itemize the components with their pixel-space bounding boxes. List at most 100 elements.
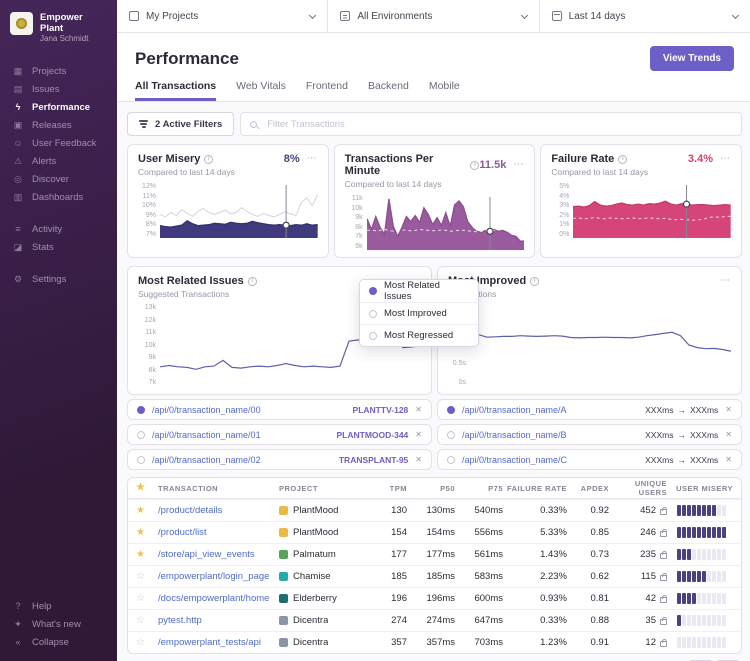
- transaction-link[interactable]: /api/0/transaction_name/C: [462, 455, 567, 465]
- close-icon[interactable]: ✕: [415, 405, 422, 414]
- tab-mobile[interactable]: Mobile: [429, 80, 460, 101]
- list-item-meta: XXXms → XXXms ✕: [645, 405, 732, 415]
- active-filters-button[interactable]: 2 Active Filters: [127, 112, 235, 136]
- misery-bar: [707, 527, 711, 538]
- misery-bar: [697, 637, 701, 648]
- transaction-link[interactable]: /api/0/transaction_name/B: [462, 430, 567, 440]
- most-improved-widget: Most Improvedi⋯Transactions2s1.5s1s0.5s0…: [437, 266, 742, 470]
- sidebar-item-activity[interactable]: ≡ Activity: [0, 220, 117, 238]
- radio-button[interactable]: [369, 287, 377, 295]
- sidebar-item-label: Stats: [32, 241, 54, 253]
- sidebar-item-releases[interactable]: ▣ Releases: [0, 116, 117, 134]
- info-icon[interactable]: i: [470, 160, 480, 170]
- star-toggle[interactable]: ☆: [136, 593, 158, 604]
- transaction-link[interactable]: /docs/empowerplant/home: [158, 593, 279, 604]
- info-icon[interactable]: i: [204, 154, 214, 164]
- tab-all-transactions[interactable]: All Transactions: [135, 80, 217, 101]
- sidebar-item-settings[interactable]: ⚙ Settings: [0, 270, 117, 288]
- info-icon[interactable]: i: [247, 276, 257, 286]
- issue-badge[interactable]: PLANTTV-128: [353, 405, 409, 415]
- menu-option-most-related-issues[interactable]: Most Related Issues: [360, 280, 478, 302]
- transaction-link[interactable]: /api/0/transaction_name/02: [152, 455, 261, 465]
- issue-badge[interactable]: TRANSPLANT-95: [339, 455, 408, 465]
- transaction-link[interactable]: /api/0/transaction_name/A: [462, 405, 567, 415]
- sidebar-item-alerts[interactable]: ⚠ Alerts: [0, 152, 117, 170]
- radio-button[interactable]: [137, 405, 145, 414]
- sidebar-nav-main: ▦ Projects ▤ Issues ϟ Performance ▣ Releases ☺ Us…: [0, 62, 117, 206]
- radio-button[interactable]: [447, 455, 455, 464]
- tab-backend[interactable]: Backend: [368, 80, 409, 101]
- sidebar-item-stats[interactable]: ◪ Stats: [0, 238, 117, 256]
- tab-frontend[interactable]: Frontend: [306, 80, 348, 101]
- info-icon[interactable]: i: [530, 276, 540, 286]
- sidebar-item-projects[interactable]: ▦ Projects: [0, 62, 117, 80]
- sidebar-item-help[interactable]: ? Help: [0, 597, 117, 615]
- sidebar-item-user-feedback[interactable]: ☺ User Feedback: [0, 134, 117, 152]
- card-menu-button[interactable]: ⋯: [307, 154, 318, 164]
- close-icon[interactable]: ✕: [415, 430, 422, 439]
- sidebar-item-collapse[interactable]: « Collapse: [0, 633, 117, 651]
- radio-button[interactable]: [369, 309, 377, 318]
- issue-badge[interactable]: PLANTMOOD-344: [337, 430, 409, 440]
- lock-icon: [660, 572, 667, 581]
- widget-menu-button[interactable]: ⋯: [720, 276, 731, 286]
- menu-option-most-regressed[interactable]: Most Regressed: [360, 324, 478, 346]
- transaction-link[interactable]: /api/0/transaction_name/00: [152, 405, 261, 415]
- transaction-link[interactable]: /product/details: [158, 505, 279, 516]
- close-icon[interactable]: ✕: [725, 455, 732, 464]
- radio-button[interactable]: [447, 430, 455, 439]
- close-icon[interactable]: ✕: [725, 430, 732, 439]
- sidebar-item-discover[interactable]: ◎ Discover: [0, 170, 117, 188]
- search-input[interactable]: [265, 117, 732, 131]
- star-toggle[interactable]: ★: [136, 527, 158, 538]
- project-icon: [279, 506, 288, 515]
- org-switcher[interactable]: Empower Plant Jana Schmidt: [0, 10, 117, 46]
- radio-button[interactable]: [447, 405, 455, 414]
- misery-bar: [717, 615, 721, 626]
- close-icon[interactable]: ✕: [415, 455, 422, 464]
- sidebar-item-dashboards[interactable]: ▥ Dashboards: [0, 188, 117, 206]
- failure-rate-chart-area: 5% 4% 3% 2% 1% 0%: [551, 183, 731, 238]
- misery-bar: [712, 571, 716, 582]
- misery-bar: [697, 571, 701, 582]
- issues-icon: ▤: [13, 83, 23, 94]
- environment-filter-dropdown[interactable]: All Environments: [328, 0, 540, 32]
- star-toggle[interactable]: ★: [136, 549, 158, 560]
- radio-button[interactable]: [369, 331, 377, 340]
- menu-option-most-improved[interactable]: Most Improved: [360, 302, 478, 324]
- p75-value: 583ms: [474, 571, 503, 582]
- radio-button[interactable]: [137, 455, 145, 464]
- sidebar-item-issues[interactable]: ▤ Issues: [0, 80, 117, 98]
- transaction-link[interactable]: /api/0/transaction_name/01: [152, 430, 261, 440]
- star-toggle[interactable]: ☆: [136, 615, 158, 626]
- radio-button[interactable]: [137, 430, 145, 439]
- unique-users-value: 235: [640, 549, 656, 560]
- card-menu-button[interactable]: ⋯: [720, 154, 731, 164]
- transaction-link[interactable]: /store/api_view_events: [158, 549, 279, 560]
- sidebar-item-performance[interactable]: ϟ Performance: [0, 98, 117, 116]
- info-icon[interactable]: i: [618, 154, 628, 164]
- misery-bar: [687, 549, 691, 560]
- collapse-icon: «: [15, 637, 21, 647]
- filter-icon: [139, 119, 148, 130]
- transaction-link[interactable]: pytest.http: [158, 615, 279, 626]
- star-toggle[interactable]: ★: [136, 505, 158, 516]
- card-menu-button[interactable]: ⋯: [513, 160, 524, 170]
- project-filter-dropdown[interactable]: My Projects: [117, 0, 329, 32]
- star-toggle[interactable]: ☆: [136, 571, 158, 582]
- discover-icon: ◎: [14, 173, 22, 184]
- misery-bar: [697, 505, 701, 516]
- date-filter-dropdown[interactable]: Last 14 days: [540, 0, 750, 32]
- close-icon[interactable]: ✕: [725, 405, 732, 414]
- project-filter-label: My Projects: [146, 10, 199, 22]
- star-icon[interactable]: ★: [136, 483, 158, 493]
- view-trends-button[interactable]: View Trends: [649, 46, 734, 71]
- y-axis-tick: 2%: [559, 211, 570, 219]
- transaction-link[interactable]: /product/list: [158, 527, 279, 538]
- tab-web-vitals[interactable]: Web Vitals: [236, 80, 286, 101]
- failure-rate-subtitle: Compared to last 14 days: [551, 167, 649, 177]
- star-toggle[interactable]: ☆: [136, 637, 158, 648]
- sidebar-item-what-s-new[interactable]: ✦ What's new: [0, 615, 117, 633]
- transaction-link[interactable]: /empowerplant/login_page: [158, 571, 279, 582]
- transaction-link[interactable]: /empowerplant_tests/api: [158, 637, 279, 648]
